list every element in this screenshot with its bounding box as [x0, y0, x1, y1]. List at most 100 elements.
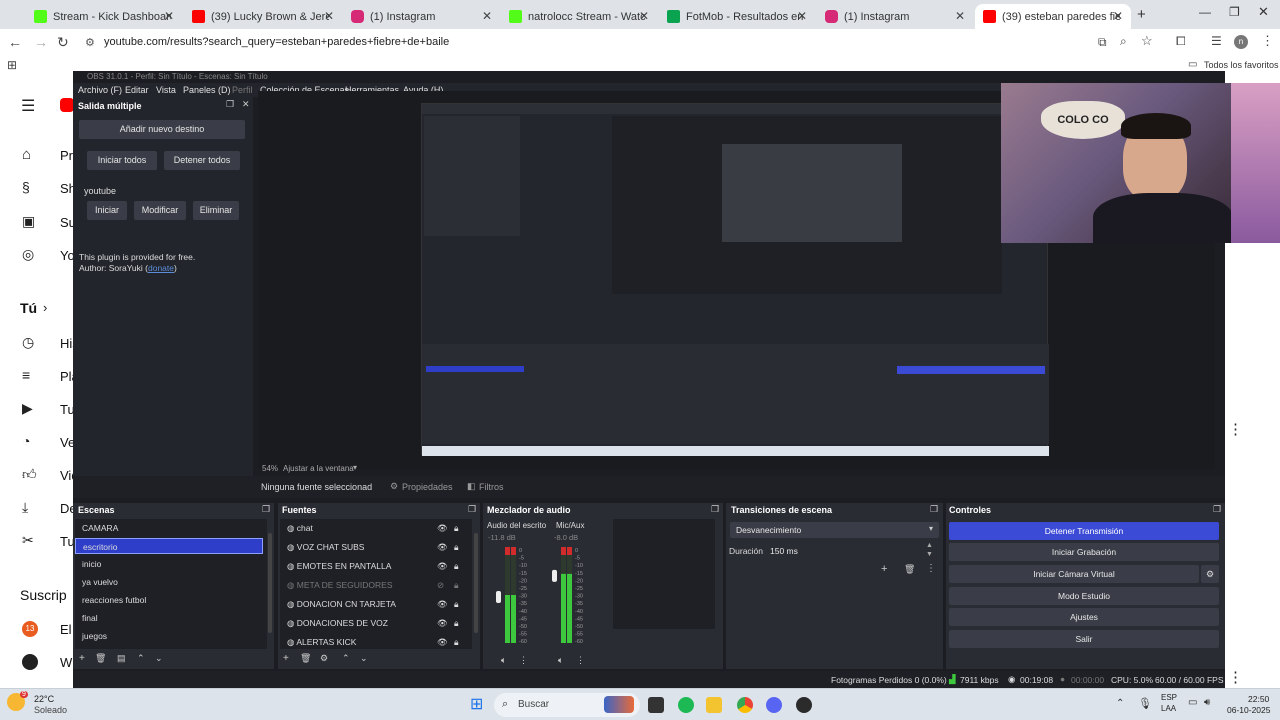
settings-button[interactable]: Ajustes [949, 608, 1219, 626]
spin-down-icon[interactable]: ▼ [926, 551, 933, 558]
trash-icon[interactable]: 🗑︎ [300, 653, 311, 664]
scene-item[interactable]: reacciones futbol [75, 592, 146, 608]
tab-instagram[interactable]: (1) Instagram ✕ [343, 4, 500, 29]
more-options-icon[interactable]: ⋮ [1228, 668, 1243, 686]
dock-float-icon[interactable]: ❐ [711, 504, 719, 515]
tab-kick-dashboard[interactable]: Stream - Kick Dashboard ✕ [26, 4, 182, 29]
close-icon[interactable]: ✕ [797, 9, 807, 23]
new-tab-button[interactable]: + [1137, 6, 1146, 23]
playlists-icon[interactable]: ≡ [22, 367, 30, 383]
scene-item[interactable]: CAMARA [75, 520, 118, 536]
all-favorites-link[interactable]: Todos los favoritos [1204, 60, 1279, 70]
close-icon[interactable]: ✕ [1113, 9, 1123, 23]
eye-icon[interactable]: 👁︎ [437, 615, 448, 631]
eye-icon[interactable]: 👁︎ [437, 558, 448, 574]
network-icon[interactable]: ▭ [1188, 697, 1197, 708]
eye-hidden-icon[interactable]: ⊘ [437, 577, 444, 593]
forward-icon[interactable]: → [34, 34, 48, 50]
transition-select[interactable]: Desvanecimiento ▾ [730, 522, 939, 538]
source-item[interactable]: ◍ DONACIONES DE VOZ 👁︎ 🔒︎ [280, 615, 470, 631]
menu-profile[interactable]: Perfil [232, 85, 253, 95]
start-all-button[interactable]: Iniciar todos [87, 151, 157, 170]
history-icon[interactable]: ◷ [22, 334, 34, 351]
dock-float-icon[interactable]: ❐ [226, 99, 234, 110]
eye-icon[interactable]: 👁︎ [437, 539, 448, 555]
move-up-icon[interactable]: ⌃ [137, 653, 145, 664]
taskbar-search[interactable]: ⌕ Buscar [494, 693, 640, 717]
tab-instagram-2[interactable]: (1) Instagram ✕ [817, 4, 973, 29]
keyboard-region[interactable]: LAA [1161, 704, 1176, 713]
dock-float-icon[interactable]: ❐ [1213, 504, 1221, 515]
stop-streaming-button[interactable]: Detener Transmisión [949, 522, 1219, 540]
speaker-icon[interactable]: 🔈︎ [558, 655, 563, 666]
task-view-icon[interactable] [648, 697, 664, 713]
window-close-button[interactable]: ✕ [1258, 4, 1269, 20]
volume-fader[interactable] [552, 569, 557, 582]
sidebar-channel-2[interactable]: W [60, 655, 72, 670]
spotify-icon[interactable] [678, 697, 694, 713]
liked-icon[interactable]: 👍︎ [22, 466, 37, 483]
fit-window-select[interactable]: Ajustar a la ventana [283, 464, 354, 473]
channel-avatar[interactable] [22, 654, 38, 670]
trash-icon[interactable]: 🗑︎ [95, 653, 106, 664]
menu-kebab-icon[interactable]: ⋮ [1261, 33, 1274, 49]
discord-icon[interactable] [766, 697, 782, 713]
your-videos-icon[interactable]: ▶ [22, 400, 33, 417]
obs-preview[interactable]: COLO CO 54% Ajustar a la ventana ▾ [258, 83, 1280, 473]
exit-button[interactable]: Salir [949, 630, 1219, 648]
url-input[interactable]: youtube.com/results?search_query=esteban… [104, 36, 449, 48]
menu-file[interactable]: Archivo (F) [78, 85, 122, 95]
weather-desc[interactable]: Soleado [34, 705, 67, 715]
microphone-icon[interactable]: 🎙︎ [1138, 697, 1152, 710]
close-icon[interactable]: ✕ [482, 9, 492, 23]
add-icon[interactable]: + [283, 653, 289, 664]
file-explorer-icon[interactable] [706, 697, 722, 713]
dock-float-icon[interactable]: ❐ [930, 504, 938, 515]
trash-icon[interactable]: 🗑︎ [904, 564, 915, 575]
close-icon[interactable]: ✕ [955, 9, 965, 23]
more-options-icon[interactable]: ⋮ [1228, 420, 1243, 438]
start-recording-button[interactable]: Iniciar Grabación [949, 543, 1219, 561]
keyboard-language[interactable]: ESP [1161, 693, 1177, 702]
restore-button[interactable]: ❐ [1229, 5, 1240, 19]
sidebar-channel-1[interactable]: El [60, 622, 72, 637]
tab-youtube-search[interactable]: (39) esteban paredes fiebre de ✕ [975, 4, 1131, 29]
reload-icon[interactable]: ↻ [57, 34, 69, 51]
source-item-hidden[interactable]: ◍ META DE SEGUIDORES ⊘ 🔒︎ [280, 577, 470, 593]
chevron-up-icon[interactable]: ⌃ [1116, 698, 1124, 709]
clock-time[interactable]: 22:50 [1248, 694, 1269, 704]
home-icon[interactable]: ⌂ [22, 146, 31, 163]
close-icon[interactable]: ✕ [324, 9, 334, 23]
scene-item[interactable]: juegos [75, 628, 107, 644]
profile-avatar[interactable]: n [1234, 35, 1248, 49]
gear-icon[interactable]: ⚙ [1201, 565, 1219, 583]
clock-date[interactable]: 06-10-2025 [1227, 705, 1270, 715]
add-destination-button[interactable]: Añadir nuevo destino [79, 120, 245, 139]
minimize-button[interactable]: — [1199, 5, 1211, 19]
lock-icon[interactable]: 🔒︎ [454, 615, 459, 631]
move-up-icon[interactable]: ⌃ [342, 653, 350, 664]
lock-icon[interactable]: 🔒︎ [454, 558, 459, 574]
start-destination-button[interactable]: Iniciar [87, 201, 127, 220]
shorts-icon[interactable]: § [22, 179, 30, 195]
lock-icon[interactable]: 🔒︎ [454, 577, 459, 593]
install-app-icon[interactable]: ⧉ [1098, 35, 1107, 50]
dock-float-icon[interactable]: ❐ [262, 504, 270, 515]
dock-close-icon[interactable]: ✕ [242, 99, 250, 110]
properties-button[interactable]: Propiedades [402, 482, 453, 492]
scrollbar[interactable] [474, 533, 478, 633]
source-item[interactable]: ◍ chat 👁︎ 🔒︎ [280, 520, 470, 536]
extensions-icon[interactable]: ⧠ [1176, 34, 1186, 49]
eye-icon[interactable]: 👁︎ [437, 634, 448, 650]
add-icon[interactable]: + [79, 653, 85, 664]
lock-icon[interactable]: 🔒︎ [454, 596, 459, 612]
channel-avatar[interactable]: 13 [22, 621, 38, 637]
windows-start-icon[interactable]: ⊞ [470, 697, 483, 713]
source-item[interactable]: ◍ ALERTAS KICK 👁︎ 🔒︎ [280, 634, 470, 650]
filter-icon[interactable]: ▤ [117, 653, 126, 664]
move-down-icon[interactable]: ⌄ [155, 653, 163, 664]
eye-icon[interactable]: 👁︎ [437, 596, 448, 612]
menu-edit[interactable]: Editar [125, 85, 149, 95]
source-item[interactable]: ◍ DONACION CN TARJETA 👁︎ 🔒︎ [280, 596, 470, 612]
close-icon[interactable]: ✕ [639, 9, 649, 23]
